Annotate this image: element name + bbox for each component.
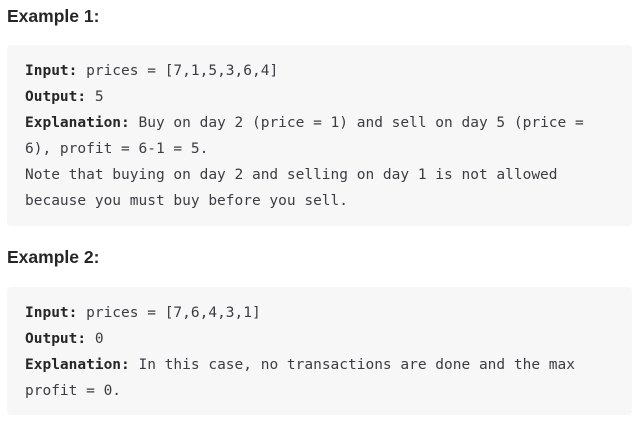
input-label: Input: (25, 305, 78, 321)
explanation-continuation: because you must buy before you sell. (25, 193, 349, 209)
output-value: 0 (86, 331, 104, 347)
example-2-code-block: Input: prices = [7,6,4,3,1] Output: 0 Ex… (7, 287, 632, 415)
input-line: Input: prices = [7,1,5,3,6,4] (25, 58, 614, 84)
explanation-text: Buy on day 2 (price = 1) and sell on day… (129, 115, 584, 131)
explanation-line: Explanation: In this case, no transactio… (25, 352, 614, 378)
input-line: Input: prices = [7,6,4,3,1] (25, 300, 614, 326)
example-2-heading: Example 2: (7, 247, 100, 267)
output-line: Output: 0 (25, 326, 614, 352)
output-label: Output: (25, 89, 87, 105)
input-label: Input: (25, 63, 78, 79)
output-value: 5 (86, 89, 104, 105)
explanation-label: Explanation: (25, 115, 130, 131)
input-value: prices = [7,6,4,3,1] (77, 305, 261, 321)
explanation-label: Explanation: (25, 357, 130, 373)
explanation-continuation: Note that buying on day 2 and selling on… (25, 167, 558, 183)
example-1-code-block: Input: prices = [7,1,5,3,6,4] Output: 5 … (7, 45, 632, 226)
explanation-line: Explanation: Buy on day 2 (price = 1) an… (25, 110, 614, 136)
output-line: Output: 5 (25, 84, 614, 110)
output-label: Output: (25, 331, 87, 347)
explanation-continuation: 6), profit = 6-1 = 5. (25, 141, 209, 157)
example-1-heading: Example 1: (7, 6, 100, 26)
input-value: prices = [7,1,5,3,6,4] (77, 63, 279, 79)
explanation-continuation: profit = 0. (25, 383, 122, 399)
explanation-text: In this case, no transactions are done a… (129, 357, 575, 373)
